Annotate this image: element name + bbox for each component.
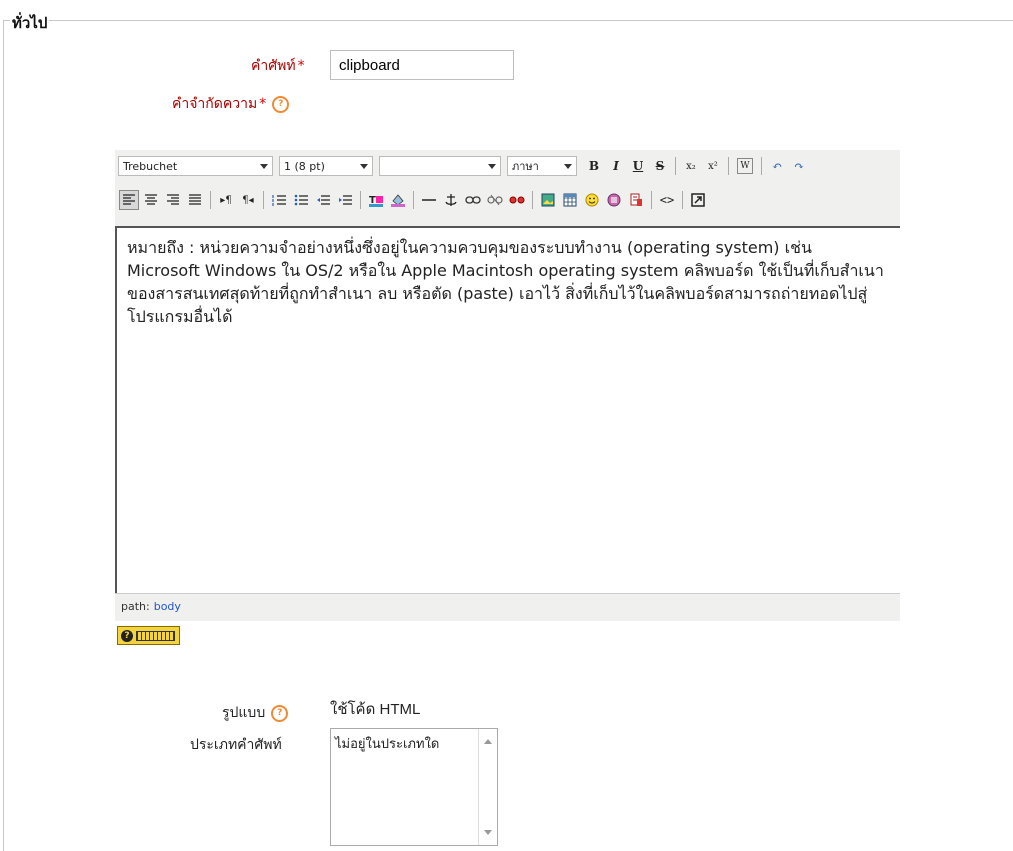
paste-word-button[interactable]: W xyxy=(737,158,753,174)
fieldset-legend: ทั่วไป xyxy=(10,11,50,35)
strikethrough-button[interactable]: S xyxy=(650,156,670,176)
chevron-down-icon xyxy=(488,164,496,169)
bold-button[interactable]: B xyxy=(584,156,604,176)
unlink-icon xyxy=(509,196,525,204)
path-body-link[interactable]: body xyxy=(154,600,181,613)
background-color-icon[interactable] xyxy=(388,190,408,210)
table-icon[interactable] xyxy=(560,190,580,210)
align-center-icon xyxy=(145,194,157,205)
nolink-icon[interactable] xyxy=(485,190,505,210)
image-icon xyxy=(541,193,555,207)
required-star: * xyxy=(297,58,305,74)
font-size-select[interactable]: 1 (8 pt) xyxy=(279,156,373,176)
fullscreen-icon xyxy=(691,193,705,207)
image-icon[interactable] xyxy=(538,190,558,210)
ordered-list-icon xyxy=(272,195,286,206)
editor-statusbar: path: body xyxy=(115,593,900,621)
insert-character-icon[interactable] xyxy=(604,190,624,210)
editor-content-area[interactable]: หมายถึง : หน่วยความจำอย่างหนึ่งซึ่งอยู่ใ… xyxy=(115,226,900,593)
horizontal-rule-icon xyxy=(422,199,436,201)
align-left-icon[interactable] xyxy=(119,190,139,210)
indent-icon xyxy=(339,195,352,205)
indent-icon[interactable] xyxy=(335,190,355,210)
keyboard-help-icon[interactable]: ? xyxy=(117,626,180,645)
ltr-icon[interactable]: ▸¶ xyxy=(216,190,236,210)
align-left-icon xyxy=(123,194,135,205)
toolbar-separator xyxy=(210,191,211,209)
table-icon xyxy=(563,193,577,207)
underline-button[interactable]: U xyxy=(628,156,648,176)
outdent-icon[interactable] xyxy=(313,190,333,210)
definition-label: คำจำกัดความ *? xyxy=(172,93,290,115)
italic-button[interactable]: I xyxy=(606,156,626,176)
toolbar-separator xyxy=(682,191,683,209)
insert-character-icon xyxy=(607,193,621,207)
category-listbox[interactable]: ไม่อยู่ในประเภทใด xyxy=(330,728,498,846)
text-color-icon: T xyxy=(369,195,383,207)
chevron-up-icon[interactable] xyxy=(484,739,492,744)
list-item[interactable]: ไม่อยู่ในประเภทใด xyxy=(335,733,493,754)
toolbar-separator xyxy=(675,157,676,175)
format-value: ใช้โค้ด HTML xyxy=(330,701,421,718)
toolbar-separator xyxy=(413,191,414,209)
superscript-button[interactable]: x² xyxy=(703,156,723,176)
chevron-down-icon xyxy=(360,164,368,169)
style-select[interactable] xyxy=(379,156,501,176)
path-label: path: xyxy=(121,600,150,613)
required-star: * xyxy=(259,96,267,112)
listbox-scrollbar[interactable] xyxy=(478,729,497,845)
unordered-list-icon[interactable] xyxy=(291,190,311,210)
chevron-down-icon xyxy=(260,164,268,169)
align-right-icon[interactable] xyxy=(163,190,183,210)
smiley-icon[interactable] xyxy=(582,190,602,210)
unlink-icon[interactable] xyxy=(507,190,527,210)
search-replace-icon xyxy=(630,193,642,206)
align-right-icon xyxy=(167,194,179,205)
align-center-icon[interactable] xyxy=(141,190,161,210)
link-icon[interactable] xyxy=(463,190,483,210)
anchor-icon xyxy=(445,194,457,206)
link-icon xyxy=(465,196,481,204)
font-family-select[interactable]: Trebuchet xyxy=(118,156,273,176)
toolbar-row-2: ▸¶ ¶◂ T <> xyxy=(118,188,709,212)
editor-toolbar: Trebuchet 1 (8 pt) ภาษา B I U S x₂ x² W … xyxy=(115,150,900,227)
nolink-icon xyxy=(487,194,503,206)
help-icon[interactable]: ? xyxy=(272,95,290,113)
outdent-icon xyxy=(317,195,330,205)
concept-label: คำศัพท์ * xyxy=(251,58,305,74)
align-justify-icon[interactable] xyxy=(185,190,205,210)
toolbar-row-1: Trebuchet 1 (8 pt) ภาษา B I U S x₂ x² W … xyxy=(118,154,810,178)
toolbar-separator xyxy=(651,191,652,209)
horizontal-rule-icon[interactable] xyxy=(419,190,439,210)
format-label: รูปแบบ? xyxy=(222,702,289,724)
fullscreen-icon[interactable] xyxy=(688,190,708,210)
anchor-icon[interactable] xyxy=(441,190,461,210)
toolbar-separator xyxy=(728,157,729,175)
redo-button[interactable]: ↷ xyxy=(789,156,809,176)
subscript-button[interactable]: x₂ xyxy=(681,156,701,176)
ordered-list-icon[interactable] xyxy=(269,190,289,210)
smiley-icon xyxy=(585,193,599,207)
language-select[interactable]: ภาษา xyxy=(507,156,577,176)
chevron-down-icon xyxy=(564,164,572,169)
toolbar-separator xyxy=(263,191,264,209)
rtl-icon[interactable]: ¶◂ xyxy=(238,190,258,210)
toolbar-separator xyxy=(532,191,533,209)
toolbar-separator xyxy=(761,157,762,175)
search-replace-icon[interactable] xyxy=(626,190,646,210)
undo-button[interactable]: ↶ xyxy=(767,156,787,176)
help-icon[interactable]: ? xyxy=(271,704,289,722)
concept-input[interactable] xyxy=(330,50,514,80)
unordered-list-icon xyxy=(294,194,308,206)
background-color-icon xyxy=(391,194,405,207)
html-source-icon[interactable]: <> xyxy=(657,190,677,210)
text-color-icon[interactable]: T xyxy=(366,190,386,210)
html-editor: Trebuchet 1 (8 pt) ภาษา B I U S x₂ x² W … xyxy=(115,150,900,621)
category-label: ประเภทคำศัพท์ xyxy=(190,737,282,753)
align-justify-icon xyxy=(189,194,201,205)
chevron-down-icon[interactable] xyxy=(484,830,492,835)
toolbar-separator xyxy=(360,191,361,209)
